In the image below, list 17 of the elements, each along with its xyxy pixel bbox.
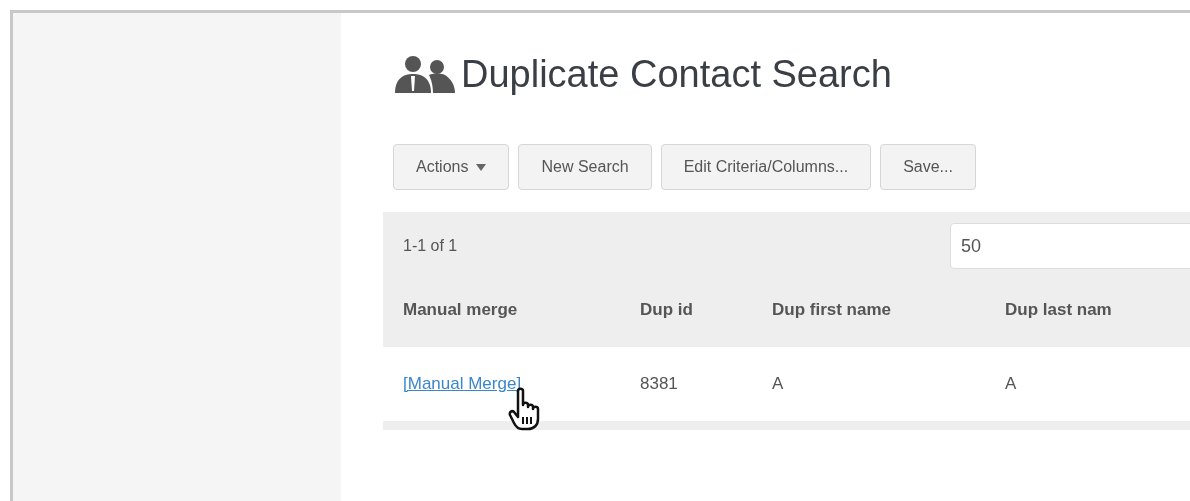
column-header: Dup first name <box>772 299 892 319</box>
table-cell: 8381 <box>640 374 678 394</box>
toolbar-button[interactable]: New Search <box>518 144 652 190</box>
toolbar-button[interactable]: Edit Criteria/Columns... <box>660 144 872 190</box>
actions-dropdown[interactable]: Actions <box>393 144 510 190</box>
caret-icon <box>476 163 487 171</box>
page-title: Duplicate Contact Search <box>461 55 892 93</box>
result-count: 1-1 of 1 <box>403 236 459 256</box>
table-cell: A <box>1005 374 1017 394</box>
table-cell: A <box>772 374 784 394</box>
column-header: Dup id <box>640 299 693 319</box>
toolbar-button[interactable]: Save... <box>880 144 976 190</box>
manual-merge-link[interactable]: [Manual Merge] <box>403 374 522 394</box>
column-header: Dup last nam <box>1005 299 1112 319</box>
column-header: Manual merge <box>403 299 518 319</box>
people-icon <box>393 55 457 93</box>
page-size-field[interactable]: 50 <box>950 223 1190 269</box>
